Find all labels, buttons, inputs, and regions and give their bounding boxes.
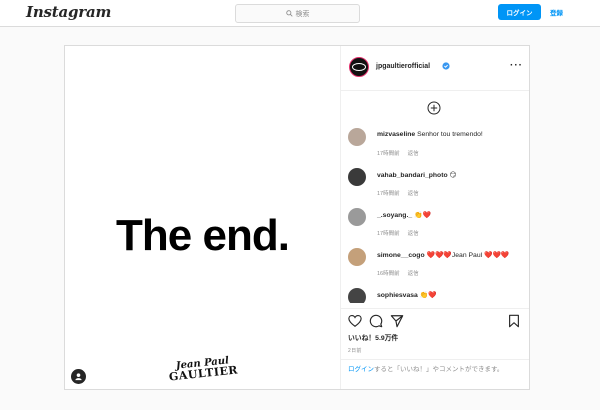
comment-meta: 17時間前 返信 (377, 149, 427, 157)
comment-time: 17時間前 (377, 151, 400, 157)
commenter-avatar[interactable] (348, 208, 366, 226)
share-icon[interactable] (390, 314, 404, 328)
top-nav: Instagram 検索 ログイン 登録 (0, 0, 600, 27)
comment-icon[interactable] (369, 314, 383, 328)
instagram-logo[interactable]: Instagram (26, 3, 111, 21)
owner-avatar[interactable] (349, 57, 369, 77)
comment-username[interactable]: _.soyang._ (377, 212, 412, 219)
verified-badge-icon (442, 62, 450, 70)
post-actions (340, 308, 529, 333)
post-card: The end. Jean Paul GAULTIER jpgaultierof… (64, 45, 530, 390)
comment-username[interactable]: vahab_bandari_photo (377, 172, 448, 179)
comment-username[interactable]: mizvaseline (377, 131, 415, 138)
commenter-avatar[interactable] (348, 288, 366, 303)
comment-reply-button[interactable]: 返信 (408, 191, 419, 197)
login-prompt: ログインすると「いいね！」やコメントができます。 (340, 359, 529, 389)
commenter-avatar[interactable] (348, 248, 366, 266)
brand-logo: Jean Paul GAULTIER (167, 355, 239, 383)
signup-link[interactable]: 登録 (550, 7, 563, 17)
post-image-text: The end. (116, 211, 290, 260)
search-placeholder: 検索 (295, 10, 310, 18)
search-icon (285, 10, 293, 17)
commenter-avatar[interactable] (348, 168, 366, 186)
comment-reply-button[interactable]: 返信 (408, 231, 419, 237)
comment-text: ❤️❤️❤️Jean Paul ❤️❤️❤️ (426, 252, 510, 259)
post-image[interactable]: The end. Jean Paul GAULTIER (65, 46, 341, 389)
post-header: jpgaultierofficial ··· (340, 46, 529, 91)
login-link[interactable]: ログイン (348, 366, 374, 373)
comment-time: 17時間前 (377, 231, 400, 237)
comment-time: 16時間前 (377, 271, 400, 277)
comment-text: 👏❤️ (414, 212, 431, 219)
comment-text: 👏❤️ (419, 292, 437, 299)
comment-text: 😏 (449, 172, 457, 179)
comment-time: 17時間前 (377, 191, 400, 197)
tagged-user-icon[interactable] (71, 369, 86, 384)
like-count[interactable]: いいね！5.9万件 (348, 332, 398, 342)
comment-meta: 17時間前 返信 (377, 229, 427, 237)
login-prompt-text: すると「いいね！」やコメントができます。 (374, 366, 504, 373)
comment-body: sophiesvasa 👏❤️ (377, 291, 437, 299)
comment-item: _.soyang._ 👏❤️ 17時間前 返信 (340, 208, 529, 248)
comment-list: mizvaseline Senhor tou tremendo! 17時間前 返信… (340, 128, 529, 303)
load-more-comments-icon[interactable] (427, 101, 441, 115)
heart-icon[interactable] (348, 314, 362, 328)
post-side-panel: jpgaultierofficial ··· mizvaseline Senho… (340, 46, 529, 389)
comment-meta: 17時間前 返信 (377, 189, 427, 197)
comment-text: Senhor tou tremendo! (417, 131, 483, 138)
comment-username[interactable]: sophiesvasa (377, 292, 418, 299)
comment-meta: 16時間前 返信 (377, 269, 427, 277)
search-input[interactable]: 検索 (235, 4, 360, 23)
comment-item: vahab_bandari_photo 😏 17時間前 返信 (340, 168, 529, 208)
comment-body: mizvaseline Senhor tou tremendo! (377, 131, 483, 138)
comment-item: sophiesvasa 👏❤️ (340, 288, 529, 303)
comment-item: mizvaseline Senhor tou tremendo! 17時間前 返信 (340, 128, 529, 168)
bookmark-icon[interactable] (507, 314, 521, 328)
comment-reply-button[interactable]: 返信 (408, 271, 419, 277)
comment-username[interactable]: simone__cogo (377, 252, 425, 259)
comment-item: simone__cogo ❤️❤️❤️Jean Paul ❤️❤️❤️ 16時間… (340, 248, 529, 288)
comment-body: _.soyang._ 👏❤️ (377, 211, 431, 219)
commenter-avatar[interactable] (348, 128, 366, 146)
post-date[interactable]: 2日前 (348, 347, 362, 354)
comment-reply-button[interactable]: 返信 (408, 151, 419, 157)
owner-username[interactable]: jpgaultierofficial (376, 63, 430, 70)
more-options-icon[interactable]: ··· (510, 60, 523, 71)
login-button[interactable]: ログイン (498, 4, 541, 20)
comment-body: simone__cogo ❤️❤️❤️Jean Paul ❤️❤️❤️ (377, 251, 509, 259)
comment-body: vahab_bandari_photo 😏 (377, 171, 457, 179)
